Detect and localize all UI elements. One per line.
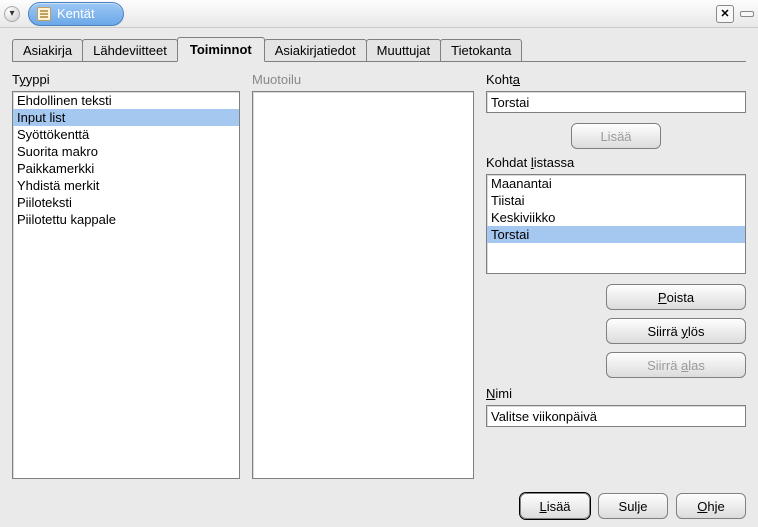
- button-lisaa[interactable]: Lisää: [520, 493, 590, 519]
- type-item[interactable]: Syöttökenttä: [13, 126, 239, 143]
- kohdat-item[interactable]: Torstai: [487, 226, 745, 243]
- listbox-format[interactable]: [252, 91, 474, 479]
- listbox-type[interactable]: Ehdollinen tekstiInput listSyöttökenttäS…: [12, 91, 240, 479]
- window-menu-icon[interactable]: ▾: [4, 6, 20, 22]
- type-item[interactable]: Suorita makro: [13, 143, 239, 160]
- button-lisaa-kohta[interactable]: Lisää: [571, 123, 661, 149]
- type-item[interactable]: Piilotettu kappale: [13, 211, 239, 228]
- tab-asiakirjatiedot[interactable]: Asiakirjatiedot: [264, 39, 367, 62]
- label-nimi: Nimi: [486, 386, 746, 401]
- button-ohje[interactable]: Ohje: [676, 493, 746, 519]
- button-sulje[interactable]: Sulje: [598, 493, 668, 519]
- column-type: Tyyppi Ehdollinen tekstiInput listSyöttö…: [12, 72, 240, 479]
- type-item[interactable]: Yhdistä merkit: [13, 177, 239, 194]
- column-format: Muotoilu: [252, 72, 474, 479]
- dialog-content: Asiakirja Lähdeviitteet Toiminnot Asiaki…: [0, 28, 758, 487]
- column-right: Kohta Lisää Kohdat listassa MaanantaiTii…: [486, 72, 746, 479]
- label-kohdat-listassa: Kohdat listassa: [486, 155, 746, 170]
- kohdat-item[interactable]: Tiistai: [487, 192, 745, 209]
- button-poista[interactable]: Poista: [606, 284, 746, 310]
- tab-muuttujat[interactable]: Muuttujat: [366, 39, 441, 62]
- label-kohta: Kohta: [486, 72, 746, 87]
- tab-toiminnot[interactable]: Toiminnot: [177, 37, 265, 62]
- type-item[interactable]: Ehdollinen teksti: [13, 92, 239, 109]
- label-muotoilu: Muotoilu: [252, 72, 474, 87]
- right-stack: Kohta Lisää Kohdat listassa MaanantaiTii…: [486, 72, 746, 427]
- type-item[interactable]: Piiloteksti: [13, 194, 239, 211]
- tab-tietokanta[interactable]: Tietokanta: [440, 39, 522, 62]
- input-nimi[interactable]: [486, 405, 746, 427]
- close-button[interactable]: ✕: [716, 5, 734, 23]
- footer-buttons: Lisää Sulje Ohje: [0, 487, 758, 527]
- type-item[interactable]: Input list: [13, 109, 239, 126]
- dialog-window: ▾ Kentät ✕ Asiakirja Lähdeviitteet Toimi…: [0, 0, 758, 527]
- label-tyyppi: Tyyppi: [12, 72, 240, 87]
- panel: Tyyppi Ehdollinen tekstiInput listSyöttö…: [12, 62, 746, 479]
- tab-asiakirja[interactable]: Asiakirja: [12, 39, 83, 62]
- tab-row: Asiakirja Lähdeviitteet Toiminnot Asiaki…: [12, 38, 746, 62]
- button-siirra-ylos[interactable]: Siirrä ylös: [606, 318, 746, 344]
- title-pill: Kentät: [28, 2, 124, 26]
- rollup-button[interactable]: [740, 11, 754, 17]
- tab-lahdeviitteet[interactable]: Lähdeviitteet: [82, 39, 178, 62]
- titlebar: ▾ Kentät ✕: [0, 0, 758, 28]
- listbox-kohdat[interactable]: MaanantaiTiistaiKeskiviikkoTorstai: [486, 174, 746, 274]
- type-item[interactable]: Paikkamerkki: [13, 160, 239, 177]
- window-title: Kentät: [57, 6, 95, 21]
- kohdat-item[interactable]: Keskiviikko: [487, 209, 745, 226]
- input-kohta[interactable]: [486, 91, 746, 113]
- document-icon: [37, 7, 51, 21]
- kohdat-item[interactable]: Maanantai: [487, 175, 745, 192]
- button-siirra-alas[interactable]: Siirrä alas: [606, 352, 746, 378]
